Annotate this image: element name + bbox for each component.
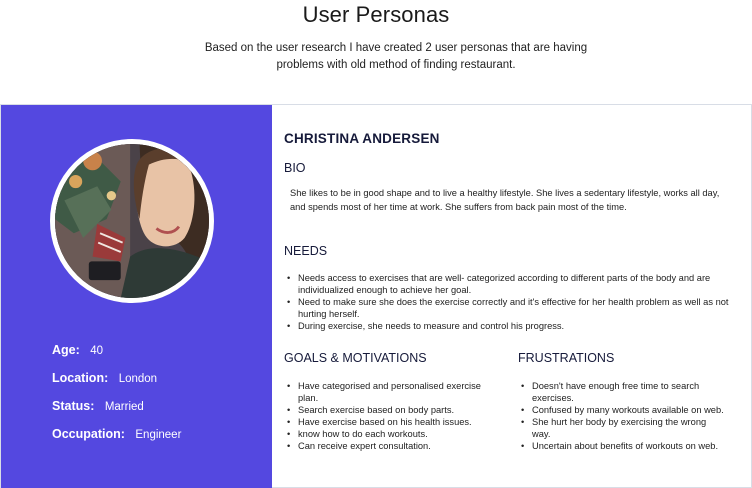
list-item-text: Have exercise based on his health issues… — [298, 417, 472, 427]
persona-photo — [55, 144, 209, 298]
intro-line: problems with old method of finding rest… — [276, 59, 516, 71]
page-title: User Personas — [302, 2, 450, 27]
bio-line: She likes to be in good shape and to liv… — [290, 188, 720, 198]
list-item-text: Have categorised and personalised exerci… — [298, 381, 481, 391]
persona-details: CHRISTINA ANDERSEN BIO She likes to be i… — [272, 105, 752, 488]
list-item: Need to make sure she does the exercise … — [284, 296, 750, 320]
list-item: Doesn't have enough free time to search … — [518, 380, 748, 404]
persona-avatar — [50, 139, 214, 303]
list-item-text: exercises. — [532, 393, 574, 403]
fact-location: Location: London — [52, 369, 181, 397]
bio-text: She likes to be in good shape and to liv… — [290, 187, 740, 214]
fact-label: Occupation: — [52, 427, 125, 441]
fact-label: Age: — [52, 343, 80, 357]
needs-heading: NEEDS — [284, 244, 328, 258]
list-item-text: Uncertain about benefits of workouts on … — [532, 441, 719, 451]
list-item-text: She hurt her body by exercising the wron… — [532, 417, 707, 427]
frustrations-list: Doesn't have enough free time to search … — [518, 380, 748, 452]
goals-heading: GOALS & MOTIVATIONS — [284, 351, 427, 365]
needs-list: Needs access to exercises that are well-… — [284, 272, 750, 332]
persona-facts: Age: 40 Location: London Status: Married… — [52, 341, 181, 453]
list-item-text: Needs access to exercises that are well-… — [298, 273, 711, 283]
list-item: Confused by many workouts available on w… — [518, 404, 748, 416]
list-item: know how to do each workouts. — [284, 428, 504, 440]
fact-value: London — [118, 373, 158, 385]
persona-card: Age: 40 Location: London Status: Married… — [0, 104, 752, 488]
frustrations-heading: FRUSTRATIONS — [518, 351, 615, 365]
persona-name: CHRISTINA ANDERSEN — [284, 131, 440, 146]
list-item-text: During exercise, she needs to measure an… — [298, 321, 565, 331]
list-item: Search exercise based on body parts. — [284, 404, 504, 416]
fact-status: Status: Married — [52, 397, 181, 425]
list-item: She hurt her body by exercising the wron… — [518, 416, 748, 440]
fact-value: 40 — [90, 345, 104, 357]
list-item: Have categorised and personalised exerci… — [284, 380, 504, 404]
list-item-text: Need to make sure she does the exercise … — [298, 297, 729, 307]
goals-list: Have categorised and personalised exerci… — [284, 380, 504, 452]
list-item-text: hurting herself. — [298, 309, 360, 319]
list-item: Can receive expert consultation. — [284, 440, 504, 452]
bio-line: and spends most of her time at work. She… — [290, 201, 627, 212]
list-item-text: Doesn't have enough free time to search — [532, 381, 700, 391]
list-item-text: Confused by many workouts available on w… — [532, 405, 724, 415]
list-item: Uncertain about benefits of workouts on … — [518, 440, 748, 452]
list-item: During exercise, she needs to measure an… — [284, 320, 750, 332]
persona-side-panel: Age: 40 Location: London Status: Married… — [1, 105, 272, 488]
fact-label: Status: — [52, 399, 95, 413]
fact-label: Location: — [52, 371, 109, 385]
fact-age: Age: 40 — [52, 341, 181, 369]
fact-occupation: Occupation: Engineer — [52, 425, 181, 453]
fact-value: Married — [104, 401, 144, 413]
list-item-text: Can receive expert consultation. — [298, 441, 431, 451]
intro-text: Based on the user research I have create… — [190, 40, 602, 74]
list-item-text: know how to do each workouts. — [298, 429, 428, 439]
bio-heading: BIO — [284, 161, 306, 175]
list-item-text: way. — [532, 429, 551, 439]
list-item: Have exercise based on his health issues… — [284, 416, 504, 428]
list-item-text: Search exercise based on body parts. — [298, 405, 455, 415]
intro-line: Based on the user research I have create… — [204, 42, 588, 54]
list-item-text: individualized enough to achieve her goa… — [298, 285, 472, 295]
list-item: Needs access to exercises that are well-… — [284, 272, 750, 296]
fact-value: Engineer — [135, 429, 182, 441]
list-item-text: plan. — [298, 393, 319, 403]
